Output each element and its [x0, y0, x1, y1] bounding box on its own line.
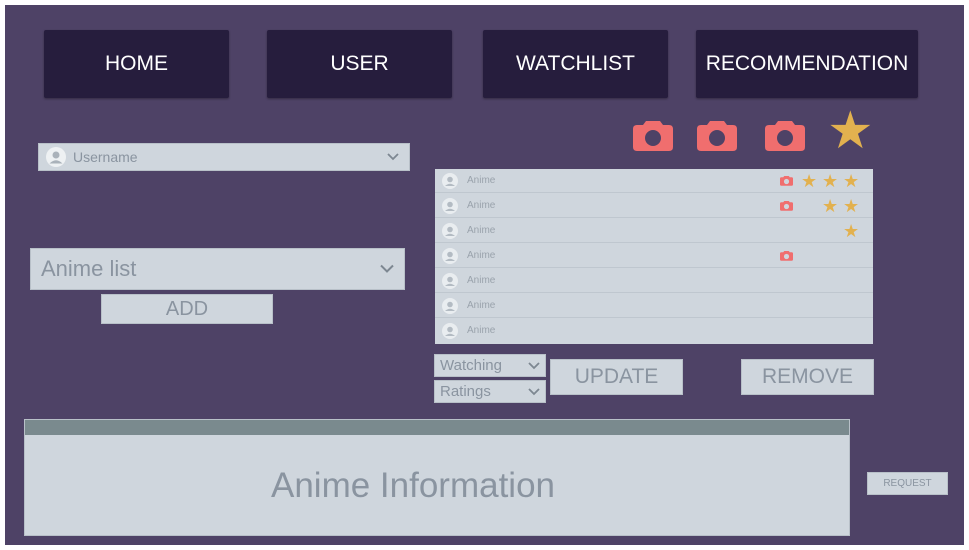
nav-home-button[interactable]: HOME	[44, 30, 229, 98]
ratings-select-value: Ratings	[440, 383, 491, 400]
star-icon: ★	[827, 102, 874, 160]
chevron-down-icon	[528, 387, 540, 395]
star-icon: ★	[843, 196, 860, 216]
list-item[interactable]: Anime	[435, 294, 873, 318]
nav-watchlist-button[interactable]: WATCHLIST	[483, 30, 668, 98]
status-select[interactable]: Watching	[434, 354, 546, 377]
avatar	[442, 248, 458, 264]
star-icon: ★	[843, 221, 860, 241]
chevron-down-icon	[380, 264, 394, 273]
avatar	[442, 223, 458, 239]
avatar	[442, 323, 458, 339]
user-icon	[46, 147, 66, 167]
camera-icon	[780, 175, 793, 186]
list-item-label: Anime	[467, 225, 496, 236]
anime-info-title: Anime Information	[270, 466, 556, 505]
add-button[interactable]: ADD	[101, 294, 273, 324]
star-icon: ★	[843, 171, 860, 191]
header-icons: ★	[633, 105, 874, 157]
chevron-down-icon	[387, 153, 399, 161]
camera-icon	[633, 121, 673, 151]
chevron-down-icon	[528, 361, 540, 369]
list-item-label: Anime	[467, 175, 496, 186]
watchlist-table: Anime ★ ★ ★ Anime ★ ★ Anime ★ Anime Anim…	[435, 169, 873, 344]
username-select[interactable]: Username	[38, 143, 410, 171]
list-item-label: Anime	[467, 200, 496, 211]
avatar	[442, 273, 458, 289]
camera-icon	[765, 121, 805, 151]
anime-info-header	[25, 420, 849, 435]
list-item[interactable]: Anime	[435, 269, 873, 293]
nav-recommendation-button[interactable]: RECOMMENDATION	[696, 30, 918, 98]
list-item-label: Anime	[467, 275, 496, 286]
avatar	[442, 198, 458, 214]
list-item[interactable]: Anime	[435, 319, 873, 343]
camera-icon	[780, 200, 793, 211]
list-item-label: Anime	[467, 325, 496, 336]
star-icon: ★	[822, 196, 839, 216]
list-item[interactable]: Anime	[435, 244, 873, 268]
list-item-label: Anime	[467, 300, 496, 311]
list-item[interactable]: Anime ★ ★ ★	[435, 169, 873, 193]
avatar	[442, 173, 458, 189]
list-item[interactable]: Anime ★ ★	[435, 194, 873, 218]
star-icon: ★	[822, 171, 839, 191]
nav-user-button[interactable]: USER	[267, 30, 452, 98]
camera-icon	[780, 250, 793, 261]
star-icon: ★	[801, 171, 818, 191]
avatar	[442, 298, 458, 314]
camera-icon	[697, 121, 737, 151]
ratings-select[interactable]: Ratings	[434, 380, 546, 403]
request-button[interactable]: REQUEST	[867, 472, 948, 495]
app-window: HOME USER WATCHLIST RECOMMENDATION ★ Use…	[5, 5, 964, 545]
anime-list-placeholder: Anime list	[41, 256, 137, 281]
status-select-value: Watching	[440, 357, 502, 374]
anime-list-select[interactable]: Anime list	[30, 248, 405, 290]
remove-button[interactable]: REMOVE	[741, 359, 874, 395]
list-item[interactable]: Anime ★	[435, 219, 873, 243]
update-button[interactable]: UPDATE	[550, 359, 683, 395]
list-item-label: Anime	[467, 250, 496, 261]
username-placeholder: Username	[73, 149, 138, 165]
anime-info-panel: Anime Information	[24, 419, 850, 536]
